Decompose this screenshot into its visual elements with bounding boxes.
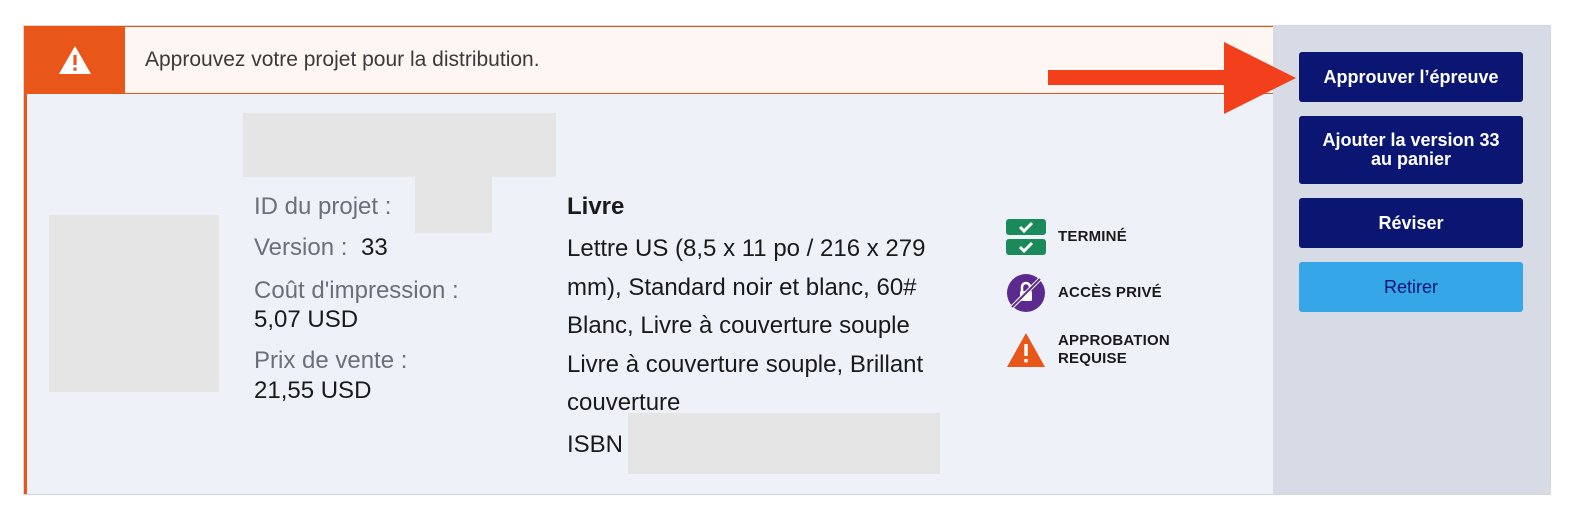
- version-value: 33: [361, 234, 388, 261]
- isbn-label: ISBN: [567, 431, 624, 458]
- private-access-icon: [1007, 274, 1045, 312]
- checklist-icon: [1006, 219, 1046, 255]
- card-left-accent: [24, 26, 27, 494]
- add-to-cart-button[interactable]: Ajouter la version 33 au panier: [1299, 116, 1523, 184]
- status-approval-line1: APPROBATION: [1058, 332, 1170, 349]
- remove-button[interactable]: Retirer: [1299, 262, 1523, 312]
- status-completed-label: TERMINÉ: [1058, 228, 1127, 245]
- warning-icon-box: [25, 27, 125, 93]
- print-cost-label: Coût d'impression :: [254, 277, 459, 304]
- print-cost-value: 5,07 USD: [254, 306, 359, 333]
- annotation-arrow-icon: [1048, 42, 1296, 114]
- project-id-label: ID du projet :: [254, 193, 392, 220]
- warning-icon: [59, 46, 91, 74]
- isbn-redacted: [628, 413, 940, 474]
- project-card: Approuvez votre projet pour la distribut…: [23, 25, 1551, 495]
- revise-button[interactable]: Réviser: [1299, 198, 1523, 248]
- project-title-redacted: [243, 113, 556, 177]
- status-approval-line2: REQUISE: [1058, 350, 1127, 367]
- product-type-title: Livre: [567, 193, 625, 220]
- sale-price-value: 21,55 USD: [254, 377, 372, 404]
- warning-triangle-icon: [1007, 333, 1045, 367]
- approve-proof-button[interactable]: Approuver l’épreuve: [1299, 52, 1523, 102]
- add-to-cart-label: Ajouter la version 33 au panier: [1322, 131, 1499, 169]
- add-to-cart-line1: Ajouter la version 33: [1322, 130, 1500, 150]
- book-cover-thumbnail: [49, 215, 219, 392]
- add-to-cart-line2: au panier: [1370, 149, 1451, 169]
- actions-panel: Approuver l’épreuve Ajouter la version 3…: [1273, 26, 1550, 494]
- product-specifications: Lettre US (8,5 x 11 po / 216 x 279 mm), …: [567, 235, 926, 416]
- alert-message: Approuvez votre projet pour la distribut…: [145, 48, 540, 71]
- version-label: Version :: [254, 234, 348, 261]
- status-completed: TERMINÉ: [1006, 217, 1127, 257]
- status-private-access: ACCÈS PRIVÉ: [1006, 273, 1162, 313]
- project-id-redacted: [415, 177, 492, 233]
- status-private-label: ACCÈS PRIVÉ: [1058, 284, 1162, 301]
- status-approval-required: APPROBATION REQUISE: [1006, 332, 1170, 368]
- status-approval-label: APPROBATION REQUISE: [1058, 332, 1170, 368]
- sale-price-label: Prix de vente :: [254, 347, 408, 374]
